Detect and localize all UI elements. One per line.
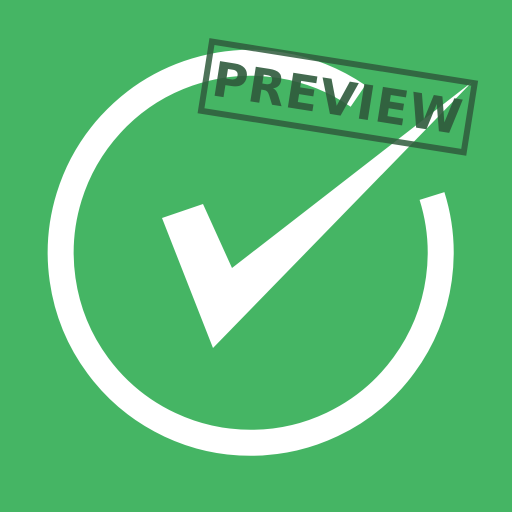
checkmark-circle-icon: PREVIEW: [47, 38, 479, 456]
preview-stamp: PREVIEW: [197, 38, 479, 156]
app-icon: PREVIEW: [0, 0, 512, 512]
